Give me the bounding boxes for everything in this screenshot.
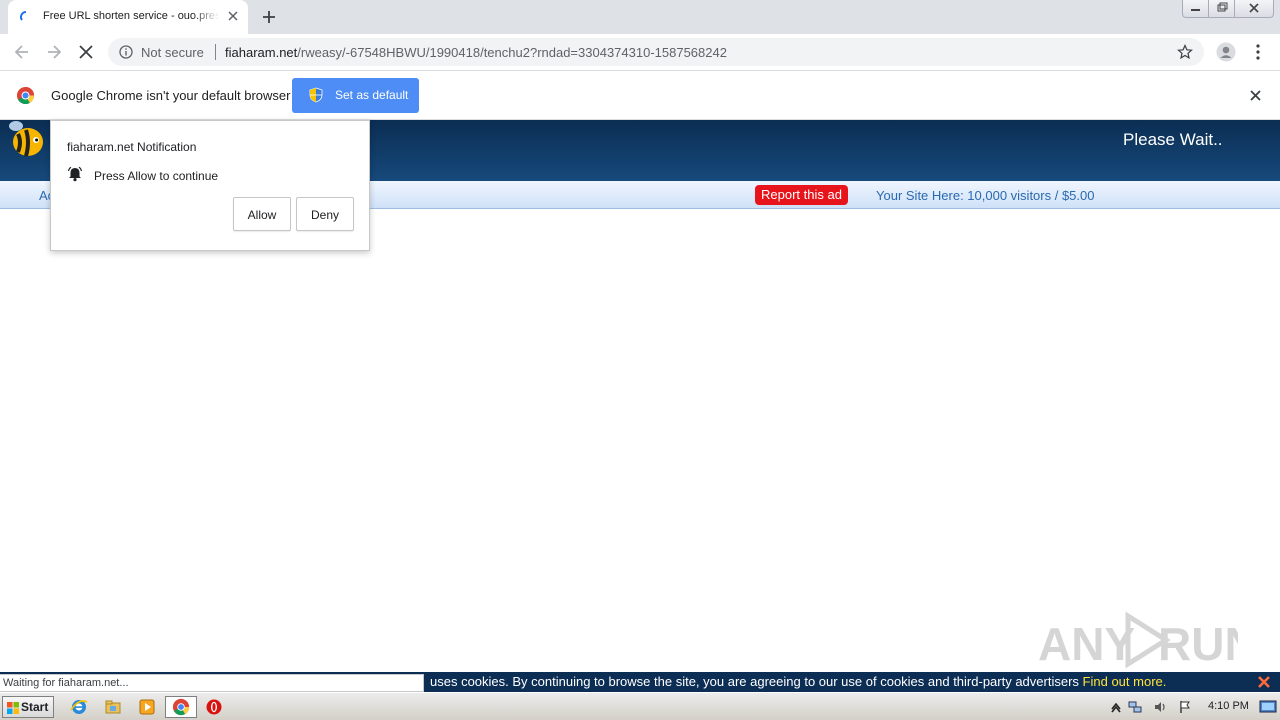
cookie-text: uses cookies. By continuing to browse th… [430,674,1079,689]
profile-avatar-icon[interactable] [1216,42,1236,62]
tray-expand-icon[interactable] [1109,700,1123,714]
chrome-icon [172,698,190,716]
set-as-default-label: Set as default [335,88,409,102]
status-bubble: Waiting for fiaharam.net... [0,674,424,692]
default-browser-infobar: Google Chrome isn't your default browser… [0,71,1280,120]
restore-icon [1217,2,1228,12]
windows-flag-icon [7,702,19,714]
window-restore-button[interactable] [1208,0,1236,18]
browser-menu-icon[interactable] [1252,43,1264,61]
please-wait-text: Please Wait.. [1123,130,1223,149]
url-path: /rweasy/-67548HBWU/1990418/tenchu2?rndad… [297,45,727,60]
new-tab-icon[interactable] [260,8,278,26]
tab-title: Free URL shorten service - ouo.press [43,10,219,22]
network-icon[interactable] [1128,700,1142,714]
notification-permission-popup: fiaharam.net Notification Press Allow to… [50,120,370,251]
omnibox-separator [215,44,216,60]
status-text: Waiting for fiaharam.net... [3,677,129,689]
find-out-more-link[interactable]: Find out more. [1083,674,1167,689]
opera-icon[interactable] [205,698,223,716]
info-icon[interactable] [119,45,133,59]
set-as-default-button[interactable]: Set as default [292,78,419,113]
media-player-icon[interactable] [138,698,156,716]
uac-shield-icon [309,87,323,103]
notification-title: fiaharam.net Notification [67,140,197,154]
screen: Free URL shorten service - ouo.press Not… [0,0,1280,720]
stop-loading-icon[interactable] [76,42,96,62]
report-ad-button[interactable]: Report this ad [755,185,848,205]
bookmark-star-icon[interactable] [1177,44,1193,60]
show-desktop-icon[interactable] [1259,699,1277,715]
taskbar-clock[interactable]: 4:10 PM [1208,700,1249,712]
back-icon[interactable] [12,42,32,62]
advertise-link[interactable]: Your Site Here: 10,000 visitors / $5.00 [876,188,1094,203]
svg-text:ANY: ANY [1038,618,1135,670]
action-center-flag-icon[interactable] [1178,700,1192,714]
loading-spinner-icon [20,11,27,21]
minimize-icon [1191,9,1200,11]
address-bar[interactable]: Not secure fiaharam.net/rweasy/-67548HBW… [108,38,1204,66]
window-minimize-button[interactable] [1182,0,1210,18]
ie-icon[interactable] [70,698,88,716]
svg-text:RUN: RUN [1158,618,1238,670]
volume-icon[interactable] [1153,700,1167,714]
start-button[interactable]: Start [2,696,54,718]
cookie-message: uses cookies. By continuing to browse th… [430,674,1166,689]
bell-icon [67,166,83,182]
deny-button[interactable]: Deny [296,197,354,231]
windows-taskbar: Start 4:10 PM [0,692,1280,720]
security-label[interactable]: Not secure [141,45,204,60]
chrome-logo-icon [16,86,35,105]
infobar-close-icon[interactable] [1249,89,1262,102]
close-window-icon [1249,3,1259,13]
close-tab-icon[interactable] [226,9,240,23]
deny-label: Deny [310,208,339,222]
browser-toolbar: Not secure fiaharam.net/rweasy/-67548HBW… [0,34,1280,71]
window-close-button[interactable] [1234,0,1274,18]
infobar-message: Google Chrome isn't your default browser [51,88,291,103]
tab-strip: Free URL shorten service - ouo.press [0,0,1280,34]
url-text[interactable]: fiaharam.net/rweasy/-67548HBWU/1990418/t… [225,45,727,60]
allow-label: Allow [247,208,277,222]
notification-message: Press Allow to continue [94,169,219,183]
explorer-icon[interactable] [104,698,122,716]
allow-button[interactable]: Allow [233,197,291,231]
url-host: fiaharam.net [225,45,298,60]
forward-icon[interactable] [44,42,64,62]
anyrun-watermark-logo: ANY RUN [1038,611,1238,670]
bee-logo-icon [9,121,43,157]
cookie-close-icon[interactable] [1257,675,1271,689]
start-label: Start [21,700,49,714]
chrome-taskbar-button[interactable] [165,696,197,718]
browser-tab[interactable]: Free URL shorten service - ouo.press [8,0,248,34]
